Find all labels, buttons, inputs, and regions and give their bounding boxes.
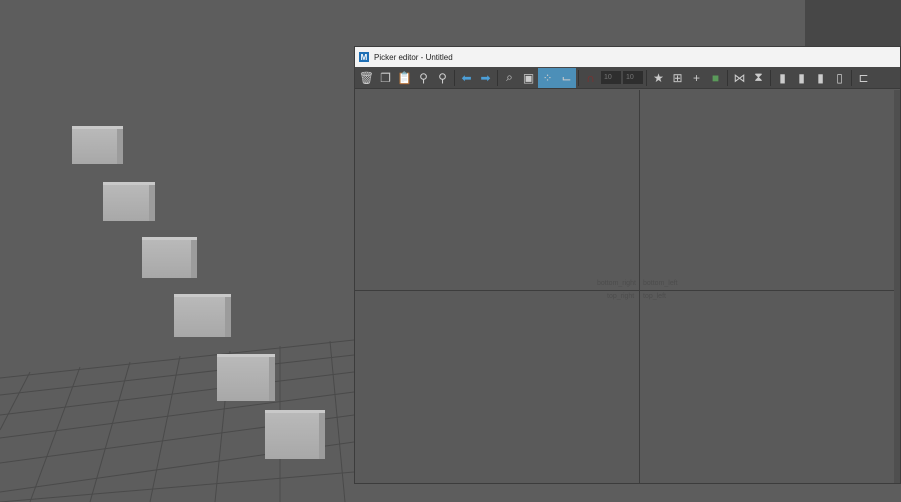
separator <box>770 69 771 86</box>
add-text-icon[interactable]: + <box>687 68 706 88</box>
zoom-icon[interactable]: ⌕ <box>500 68 519 88</box>
separator <box>851 69 852 86</box>
cube[interactable] <box>142 237 197 278</box>
cube[interactable] <box>217 354 275 401</box>
label-bottom-right: bottom_right <box>597 280 636 287</box>
background-panel <box>805 0 901 46</box>
snapshot-icon[interactable]: ▣ <box>519 68 538 88</box>
copy-icon[interactable]: ❐ <box>376 68 395 88</box>
star-icon[interactable]: ★ <box>649 68 668 88</box>
picker-canvas[interactable]: bottom_right bottom_left top_right top_l… <box>355 90 894 483</box>
grid-x-input[interactable]: 10 <box>601 71 621 84</box>
layer-up-icon[interactable]: ▮ <box>811 68 830 88</box>
label-top-left: top_left <box>643 293 666 300</box>
mirror-h-icon[interactable]: ⋈ <box>730 68 749 88</box>
cube[interactable] <box>174 294 231 337</box>
layer-front-icon[interactable]: ▯ <box>830 68 849 88</box>
separator <box>727 69 728 86</box>
label-top-right: top_right <box>607 293 635 300</box>
align-left-icon[interactable]: ⊏ <box>854 68 873 88</box>
separator <box>497 69 498 86</box>
scrollbar[interactable] <box>894 90 900 483</box>
paste-icon[interactable]: 📋 <box>395 68 414 88</box>
label-bottom-left: bottom_left <box>643 280 678 287</box>
grid-y-input[interactable]: 10 <box>623 71 643 84</box>
search-plus-icon[interactable]: ⚲ <box>433 68 452 88</box>
separator <box>578 69 579 86</box>
cube[interactable] <box>72 126 123 164</box>
add-background-icon[interactable]: ■ <box>706 68 725 88</box>
layer-down-icon[interactable]: ▮ <box>792 68 811 88</box>
cube[interactable] <box>103 182 155 221</box>
arrow-right-icon[interactable]: ➡ <box>476 68 495 88</box>
title-bar[interactable]: M Picker editor - Untitled <box>355 47 900 67</box>
window-title: Picker editor - Untitled <box>374 52 453 62</box>
vertical-axis <box>639 90 640 483</box>
layer-back-icon[interactable]: ▮ <box>773 68 792 88</box>
arrow-left-icon[interactable]: ⬅ <box>457 68 476 88</box>
snap-icon[interactable]: ⌙ <box>557 67 576 88</box>
picker-editor-window: M Picker editor - Untitled 🗑 ❐ 📋 ⚲ ⚲ ⬅ ➡… <box>354 46 901 484</box>
mirror-v-icon[interactable]: ⧗ <box>749 68 768 88</box>
separator <box>454 69 455 86</box>
search-minus-icon[interactable]: ⚲ <box>414 68 433 88</box>
toolbar: 🗑 ❐ 📋 ⚲ ⚲ ⬅ ➡ ⌕ ▣ ⁘ ⌙ ∩ 10 10 ★ ⊞ + ■ ⋈ … <box>355 67 900 89</box>
maya-logo-icon: M <box>359 52 369 62</box>
cube[interactable] <box>265 410 325 459</box>
snap-grid-icon[interactable]: ⁘ <box>538 67 557 88</box>
horizontal-axis <box>355 290 894 291</box>
add-button-icon[interactable]: ⊞ <box>668 68 687 88</box>
magnet-icon[interactable]: ∩ <box>581 68 600 88</box>
trash-icon[interactable]: 🗑 <box>357 68 376 88</box>
separator <box>646 69 647 86</box>
